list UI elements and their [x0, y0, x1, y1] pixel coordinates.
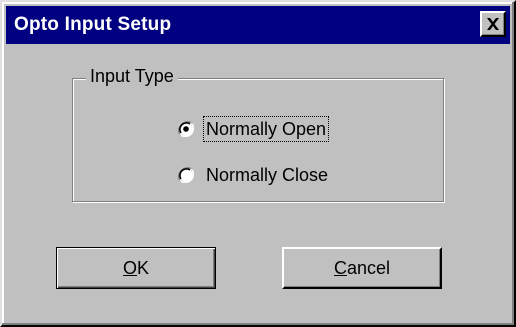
close-button[interactable] [480, 11, 506, 37]
radio-normally-close[interactable]: Normally Close [176, 163, 330, 187]
ok-button[interactable]: OK [56, 247, 216, 289]
ok-button-label: OK [123, 258, 149, 279]
opto-input-setup-dialog: Opto Input Setup Input Type Normally Ope… [0, 0, 516, 327]
input-type-legend: Input Type [86, 65, 178, 87]
ok-rest: K [137, 257, 150, 278]
radio-selected-icon [177, 120, 195, 138]
radio-normally-close-label: Normally Close [206, 165, 329, 185]
cancel-button-label: Cancel [334, 258, 390, 279]
radio-normally-open-label: Normally Open [202, 116, 330, 142]
title-bar[interactable]: Opto Input Setup [6, 6, 510, 44]
radio-normally-open[interactable]: Normally Open [176, 116, 330, 142]
ok-mnemonic: O [122, 257, 137, 278]
cancel-button[interactable]: Cancel [282, 247, 442, 289]
radio-unselected-icon [177, 166, 195, 184]
cancel-mnemonic: C [333, 257, 347, 278]
close-icon [487, 18, 499, 30]
dialog-title: Opto Input Setup [14, 14, 172, 35]
cancel-rest: ancel [346, 257, 391, 278]
